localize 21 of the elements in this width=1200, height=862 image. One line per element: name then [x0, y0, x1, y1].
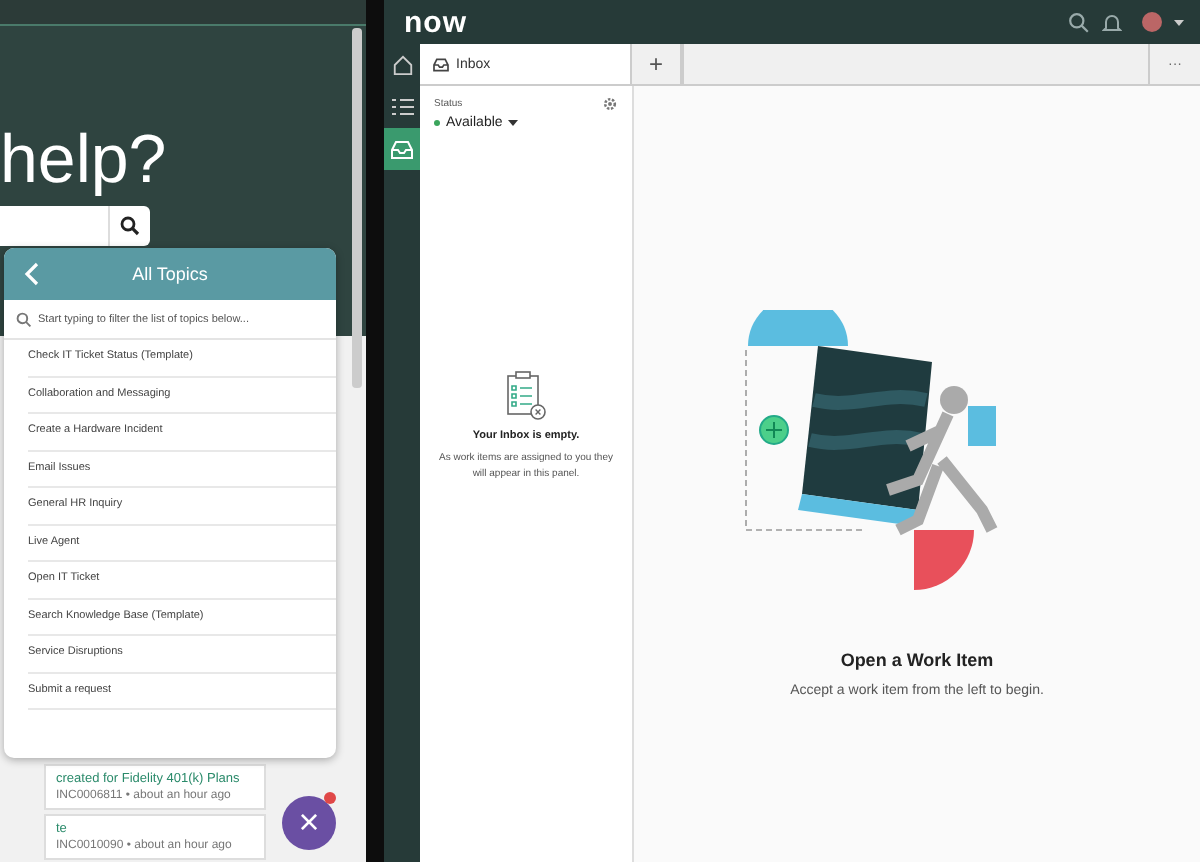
settings-icon[interactable] [602, 96, 618, 112]
close-chat-button[interactable]: × [282, 796, 336, 850]
avatar[interactable] [1142, 12, 1162, 32]
list-icon [391, 98, 413, 116]
back-icon[interactable] [24, 262, 40, 286]
topics-title: All Topics [132, 264, 208, 284]
inbox-icon [432, 57, 450, 71]
main-title: Open a Work Item [840, 650, 994, 670]
search-field[interactable] [0, 206, 150, 246]
logo[interactable]: now [404, 5, 467, 39]
clipboard-icon [504, 370, 548, 422]
hero-heading: help? [0, 122, 167, 200]
bell-icon[interactable] [1102, 11, 1122, 33]
home-icon [391, 54, 413, 76]
caret-icon[interactable] [1174, 19, 1184, 25]
search-icon [120, 216, 140, 236]
caret-icon [508, 120, 519, 126]
inbox-icon [390, 139, 414, 159]
search-icon[interactable] [1068, 11, 1090, 33]
scrollbar[interactable] [352, 28, 362, 388]
search-icon [16, 311, 32, 327]
